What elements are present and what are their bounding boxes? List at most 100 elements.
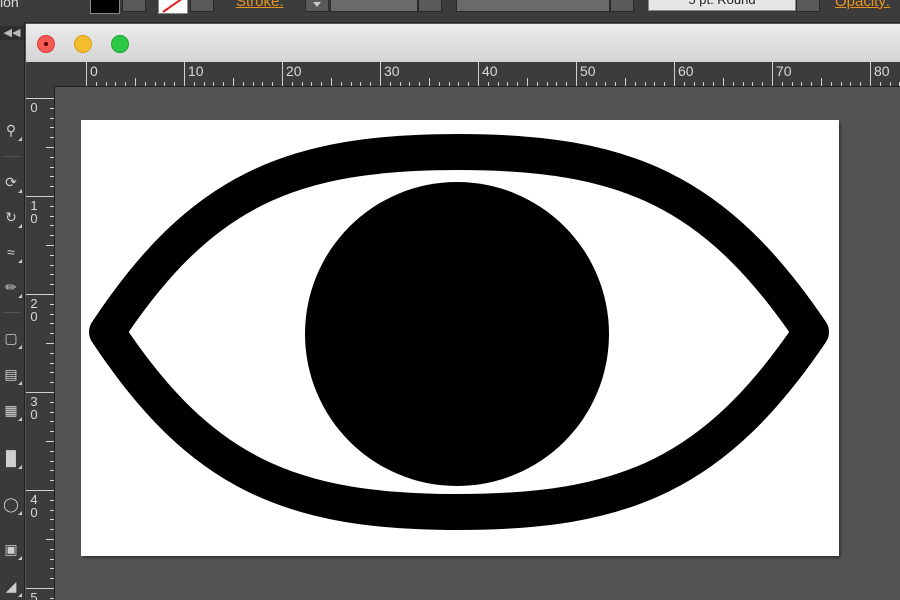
ruler-tick (46, 343, 54, 344)
ruler-tick (50, 225, 54, 227)
ruler-tick (50, 401, 54, 403)
vertical-ruler[interactable]: 0 10 20 30 40 50 (26, 86, 55, 600)
artboard-tool-icon[interactable]: ▢ (2, 326, 22, 350)
rotate-tool-icon[interactable]: ↻ (2, 205, 22, 229)
minimize-window-button[interactable] (74, 35, 92, 53)
ruler-tick (331, 78, 332, 86)
ruler-tick (144, 82, 146, 86)
variable-width-profile-dropdown[interactable] (610, 0, 634, 12)
artboard[interactable] (81, 120, 839, 556)
blob-brush-icon[interactable]: ✏ (2, 275, 22, 299)
tools-panel: ◀◀ ⚲ ⟳ ↻ ≈ ✏ ▢ ▤ ▦ █ ◯ ▣ ◢ (0, 22, 25, 600)
ruler-tick (50, 323, 54, 325)
stroke-weight-stepper[interactable] (305, 0, 329, 12)
window-titlebar[interactable] (26, 24, 900, 63)
ruler-tick (781, 82, 783, 86)
ruler-tick (26, 392, 54, 393)
ruler-tick (50, 460, 54, 462)
ruler-tick (595, 82, 597, 86)
brush-definition-field[interactable]: 5 pt. Round (648, 0, 796, 11)
ruler-tick (811, 82, 813, 86)
ruler-tick (870, 62, 871, 86)
ruler-tick (438, 82, 440, 86)
ruler-origin[interactable] (26, 62, 55, 87)
ruler-tick (634, 82, 636, 86)
stroke-weight-dropdown[interactable] (418, 0, 442, 12)
ruler-label: 40 (30, 492, 38, 520)
ruler-tick (840, 82, 842, 86)
ruler-tick (50, 529, 54, 531)
brush-definition-dropdown[interactable] (796, 0, 820, 12)
ruler-tick (419, 82, 421, 86)
ruler-tick (360, 82, 362, 86)
ruler-tick (850, 82, 852, 86)
ruler-tick (50, 470, 54, 472)
ruler-tick (762, 82, 764, 86)
fill-swatch[interactable] (90, 0, 120, 14)
ruler-tick (458, 82, 460, 86)
ruler-tick (50, 480, 54, 482)
graph-tool-icon[interactable]: ▤ (2, 362, 22, 386)
zoom-tool-icon[interactable]: ⚲ (2, 118, 22, 142)
ruler-tick (50, 519, 54, 521)
ruler-tick (50, 254, 54, 256)
ruler-tick (50, 107, 54, 109)
ruler-tick (409, 82, 411, 86)
ruler-tick (50, 411, 54, 413)
ruler-tick (321, 82, 323, 86)
warp-tool-icon[interactable]: ≈ (2, 240, 22, 264)
ruler-tick (50, 333, 54, 335)
ruler-tick (184, 62, 185, 86)
collapse-panel-icon[interactable]: ◀◀ (0, 26, 24, 40)
ruler-label: 50 (580, 63, 596, 79)
horizontal-ruler[interactable]: 0 10 20 30 40 50 60 70 80 (54, 62, 900, 87)
ruler-tick (262, 82, 264, 86)
ruler-tick (497, 82, 499, 86)
ruler-tick (86, 62, 87, 86)
ruler-tick (340, 82, 342, 86)
slice-tool-icon[interactable]: ◢ (2, 574, 22, 598)
ruler-tick (115, 82, 117, 86)
ruler-tick (389, 82, 391, 86)
ruler-tick (26, 294, 54, 295)
ruler-tick (429, 78, 430, 86)
ruler-tick (801, 82, 803, 86)
lasso-tool-icon[interactable]: ⟳ (2, 170, 22, 194)
hand-tool-icon[interactable]: ▣ (2, 537, 22, 561)
ruler-tick (26, 490, 54, 491)
ruler-label: 50 (30, 590, 38, 600)
zoom-window-button[interactable] (111, 35, 129, 53)
variable-width-profile-field[interactable] (456, 0, 610, 12)
document-window: 0 10 20 30 40 50 60 70 80 0 10 20 30 40 50 (26, 24, 900, 600)
stroke-dropdown-button[interactable] (190, 0, 214, 12)
ruler-tick (223, 82, 225, 86)
gradient-tool-icon[interactable]: ▦ (2, 398, 22, 422)
ruler-tick (50, 284, 54, 286)
eyedropper-icon[interactable]: ◯ (2, 492, 22, 516)
control-bar: ion Stroke: 5 pt. Round Opacity: (0, 0, 900, 23)
ruler-tick (291, 82, 293, 86)
stroke-label-link[interactable]: Stroke: (236, 0, 284, 10)
stroke-weight-field[interactable] (330, 0, 418, 12)
ruler-tick (282, 62, 283, 86)
ruler-tick (625, 78, 626, 86)
opacity-label-link[interactable]: Opacity: (835, 0, 890, 10)
fill-dropdown-button[interactable] (122, 0, 146, 12)
close-window-button[interactable] (37, 35, 55, 53)
symbol-sprayer-icon[interactable]: █ (2, 446, 22, 470)
ruler-tick (576, 62, 577, 86)
ruler-tick (50, 186, 54, 188)
ruler-label: 0 (30, 100, 38, 115)
ruler-tick (50, 264, 54, 266)
ruler-label: 60 (678, 63, 694, 79)
ruler-tick (50, 156, 54, 158)
stroke-swatch[interactable] (158, 0, 188, 14)
ruler-tick (585, 82, 587, 86)
ruler-tick (791, 82, 793, 86)
ruler-tick (752, 82, 754, 86)
ruler-tick (448, 82, 450, 86)
pupil[interactable] (305, 182, 609, 486)
ruler-label: 10 (188, 63, 204, 79)
ruler-tick (654, 82, 656, 86)
ruler-tick (46, 539, 54, 540)
